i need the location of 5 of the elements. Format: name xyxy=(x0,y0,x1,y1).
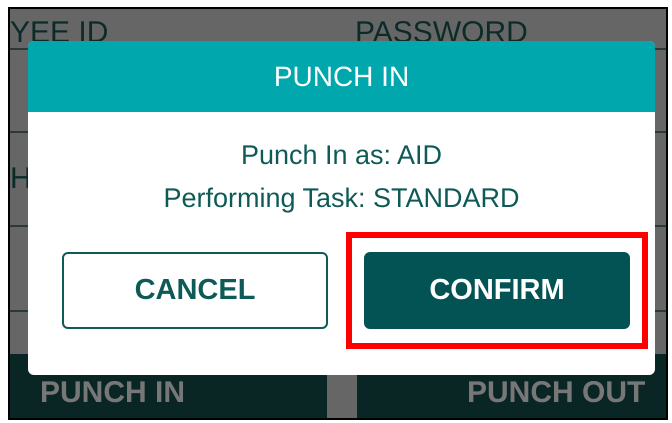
dialog-message: Punch In as: AID xyxy=(240,139,444,172)
dialog-title: PUNCH IN xyxy=(28,41,655,112)
cancel-button[interactable]: CANCEL xyxy=(62,252,328,329)
dialog-message: Performing Task: STANDARD xyxy=(162,182,521,215)
confirm-button[interactable]: CONFIRM xyxy=(364,252,630,329)
